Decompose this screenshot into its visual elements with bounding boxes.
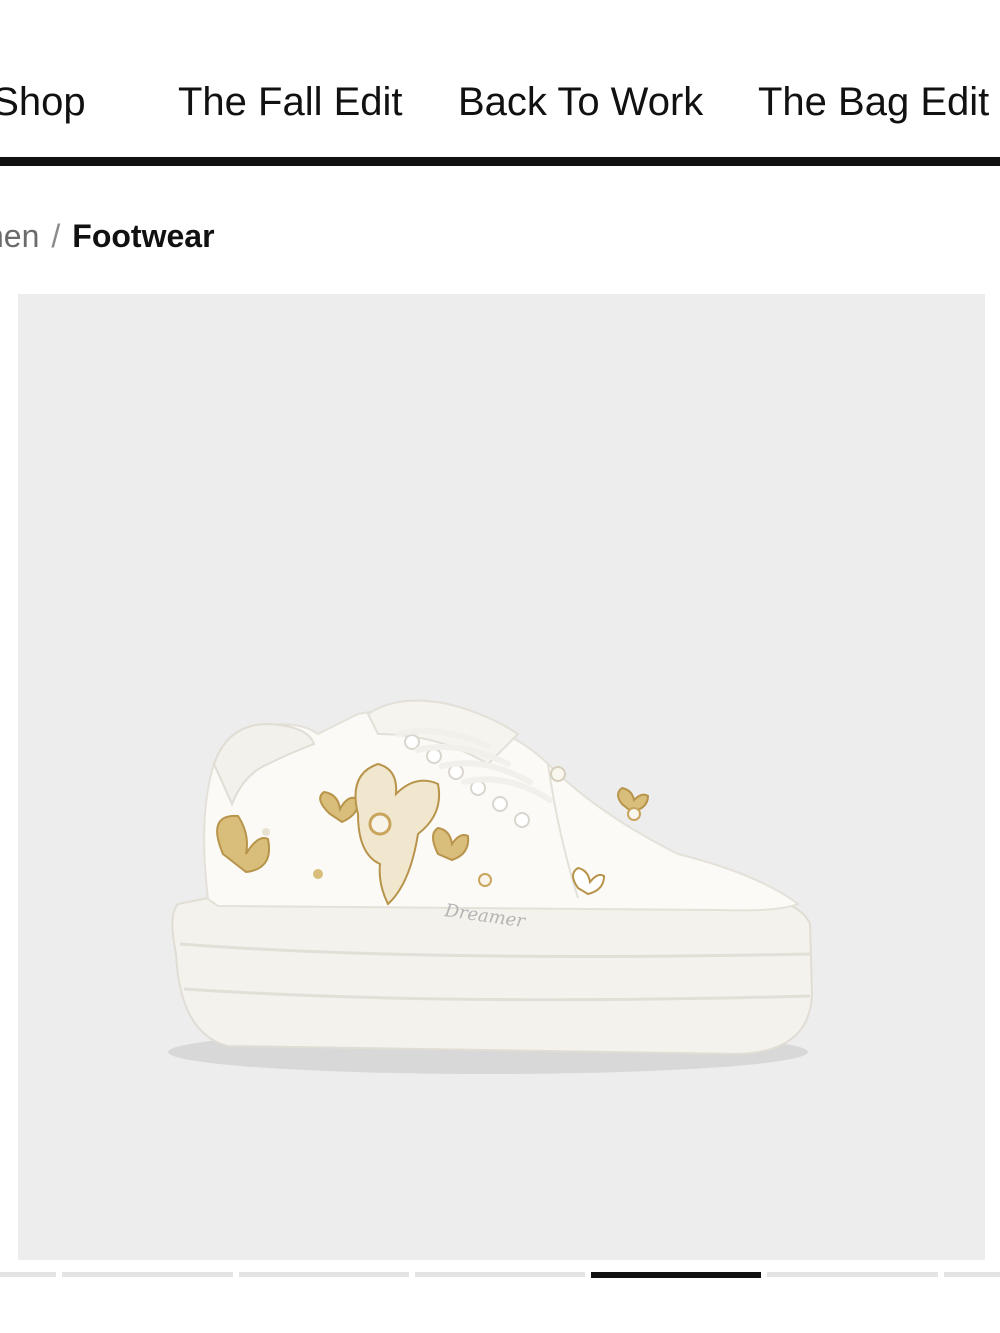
nav-item-bag-edit[interactable]: The Bag Edit [758, 78, 989, 126]
nav-divider [0, 157, 1000, 166]
product-page: t Shop The Fall Edit Back To Work The Ba… [0, 0, 1000, 1333]
carousel-dot[interactable] [415, 1272, 585, 1277]
carousel-dot[interactable] [944, 1272, 1000, 1277]
carousel-dot[interactable] [0, 1272, 56, 1277]
top-navigation: t Shop The Fall Edit Back To Work The Ba… [0, 0, 1000, 168]
breadcrumb-separator: / [51, 218, 61, 254]
nav-item-gift-shop[interactable]: t Shop [0, 78, 86, 126]
nav-item-back-to-work[interactable]: Back To Work [458, 78, 703, 126]
carousel-dot-active[interactable] [591, 1272, 761, 1278]
sneaker-illustration: Dreamer [168, 699, 814, 1074]
breadcrumb-current: Footwear [72, 218, 215, 254]
carousel-dot[interactable] [767, 1272, 938, 1277]
breadcrumb: nen / Footwear [0, 214, 215, 258]
image-carousel-indicators [0, 1272, 1000, 1278]
breadcrumb-parent-link[interactable]: nen [0, 218, 39, 254]
product-image[interactable]: Dreamer [18, 294, 985, 1260]
nav-item-fall-edit[interactable]: The Fall Edit [178, 78, 403, 126]
carousel-dot[interactable] [62, 1272, 233, 1277]
carousel-dot[interactable] [239, 1272, 409, 1277]
